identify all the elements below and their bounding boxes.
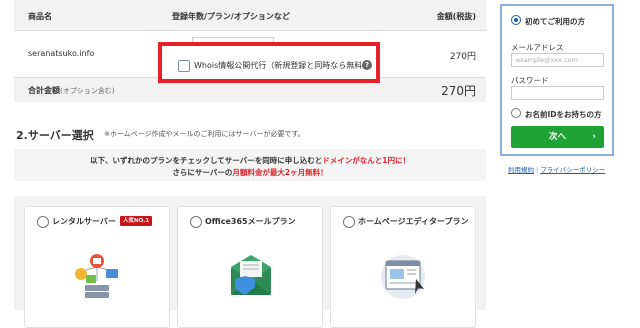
has-id-radio[interactable] xyxy=(511,108,521,118)
total-note: (オプション含む) xyxy=(60,87,115,95)
privacy-link[interactable]: プライバシーポリシー xyxy=(540,166,605,174)
web-editor-icon xyxy=(381,255,425,299)
total-label: 合計金額(オプション含む) xyxy=(28,86,115,95)
help-icon[interactable]: ? xyxy=(362,60,372,70)
whois-option-highlight: Whois情報公開代行（新規登録と同時なら無料） ? xyxy=(158,42,380,83)
link-separator: | xyxy=(536,166,539,174)
plan-radio[interactable] xyxy=(190,216,202,228)
whois-option-label[interactable]: Whois情報公開代行（新規登録と同時なら無料） xyxy=(194,60,370,71)
plan-name: Office365メールプラン xyxy=(205,217,296,226)
email-label: メールアドレス xyxy=(511,43,564,52)
email-field[interactable] xyxy=(511,53,604,67)
password-label: パスワード xyxy=(511,76,549,85)
plan-radio[interactable] xyxy=(37,216,49,228)
header-product: 商品名 xyxy=(28,12,52,21)
promo-text: さらにサーバーの xyxy=(172,168,233,177)
item-price: 270円 xyxy=(449,52,476,62)
domain-name: seranatsuko.info xyxy=(28,49,95,58)
section-note: ※ホームページ作成やメールのご利用にはサーバーが必要です。 xyxy=(104,130,305,138)
footer-links: 利用規約 | プライバシーポリシー xyxy=(508,164,605,174)
promo-highlight: ドメインがなんと1円に！ xyxy=(322,156,410,165)
server-network-icon xyxy=(75,254,118,298)
table-header: 商品名 登録年数/プラン/オプションなど 金額(税抜) xyxy=(14,0,486,31)
has-id-label[interactable]: お名前IDをお持ちの方 xyxy=(525,109,602,120)
terms-link[interactable]: 利用規約 xyxy=(508,166,534,174)
section-title: 2.サーバー選択 xyxy=(16,129,94,142)
plan-name: レンタルサーバー xyxy=(52,217,116,226)
first-time-radio[interactable] xyxy=(511,15,521,25)
promo-banner: 以下、いずれかのプランをチェックしてサーバーを同時に申し込むとドメインがなんと1… xyxy=(14,149,486,181)
plan-name: ホームページエディタープラン xyxy=(358,217,469,226)
header-price: 金額(税抜) xyxy=(436,12,476,21)
whois-checkbox[interactable] xyxy=(178,60,190,72)
promo-text: 以下、いずれかのプランをチェックしてサーバーを同時に申し込むと xyxy=(90,156,323,165)
plan-radio[interactable] xyxy=(343,216,355,228)
first-time-label[interactable]: 初めてご利用の方 xyxy=(525,16,585,27)
next-button[interactable]: 次へ › xyxy=(511,126,604,148)
login-panel: 初めてご利用の方 メールアドレス パスワード お名前IDをお持ちの方 次へ › xyxy=(500,4,614,156)
plans-area: レンタルサーバー 人気NO.1 Office365メールプラン ホームページエデ… xyxy=(14,196,486,328)
promo-highlight: 月額料金が最大2ヶ月無料！ xyxy=(232,168,328,177)
total-amount: 270円 xyxy=(441,84,476,98)
popular-badge: 人気NO.1 xyxy=(120,216,153,226)
next-button-label: 次へ xyxy=(548,132,566,142)
chevron-right-icon: › xyxy=(592,132,596,142)
password-field[interactable] xyxy=(511,86,604,100)
mail-shield-icon xyxy=(231,255,271,295)
header-options: 登録年数/プラン/オプションなど xyxy=(172,12,290,21)
